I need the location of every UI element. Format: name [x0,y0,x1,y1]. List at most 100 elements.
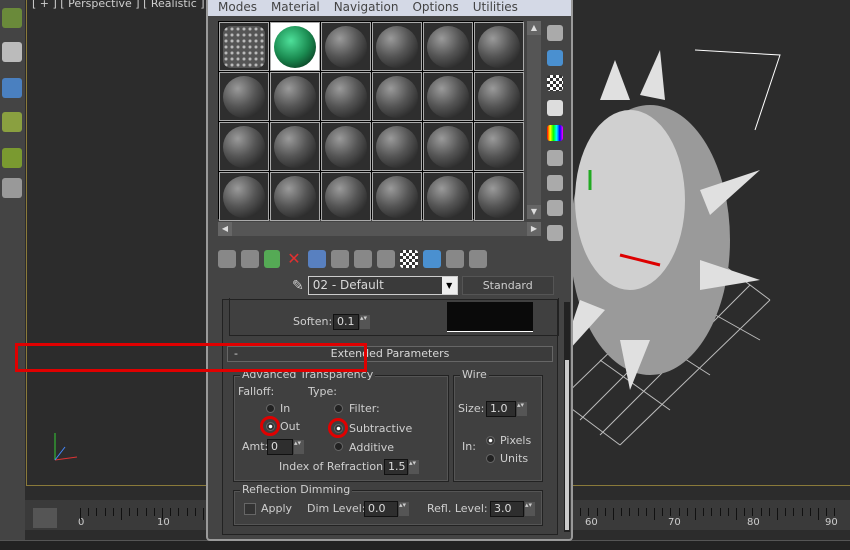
timeline-tick [194,508,196,516]
chevron-down-icon[interactable]: ▼ [441,277,457,294]
type-additive-radio[interactable] [334,442,343,451]
video-color-check-icon[interactable] [547,125,563,141]
sample-slot[interactable] [423,22,473,71]
refl-level-spinner[interactable]: 3.0 [490,501,535,517]
dim-level-spinner[interactable]: 0.0 [364,501,409,517]
sample-slot[interactable] [270,172,320,221]
sample-slot[interactable] [270,72,320,121]
sample-slot[interactable] [270,22,320,71]
options-icon[interactable] [547,175,563,191]
sample-scrollbar-horizontal[interactable]: ◀ ▶ [218,222,541,236]
timeline-tick [596,508,598,516]
put-to-library-icon[interactable] [354,250,372,268]
scroll-down-icon[interactable]: ▼ [527,205,541,219]
sample-slot[interactable] [474,72,524,121]
side-toolbar [545,20,567,250]
scroll-left-icon[interactable]: ◀ [218,222,232,236]
modify-icon[interactable] [2,78,22,98]
apply-checkbox[interactable] [244,503,256,515]
menu-modes[interactable]: Modes [218,0,257,16]
make-preview-icon[interactable] [547,150,563,166]
sample-slot[interactable] [423,172,473,221]
sample-slot[interactable] [372,72,422,121]
sample-type-icon[interactable] [547,25,563,41]
falloff-in-radio[interactable] [266,404,275,413]
sample-slot[interactable] [474,22,524,71]
sample-slot[interactable] [321,22,371,71]
material-navigator-icon[interactable] [547,225,563,241]
make-copy-icon[interactable] [308,250,326,268]
timeline-tick [703,508,705,516]
assign-to-selection-icon[interactable] [264,250,280,268]
sample-slot[interactable] [423,72,473,121]
scroll-right-icon[interactable]: ▶ [527,222,541,236]
timeline-tick [80,508,81,520]
tick-label: 90 [825,517,838,528]
uv-tiling-icon[interactable] [547,100,563,116]
select-by-material-icon[interactable] [547,200,563,216]
go-to-parent-icon[interactable] [446,250,464,268]
menu-navigation[interactable]: Navigation [334,0,399,16]
hierarchy-icon[interactable] [2,112,22,132]
highlight-curve [447,302,533,332]
sample-slot[interactable] [219,122,269,171]
material-type-button[interactable]: Standard [461,276,554,295]
menu-material[interactable]: Material [271,0,320,16]
menu-options[interactable]: Options [412,0,458,16]
scroll-up-icon[interactable]: ▲ [527,21,541,35]
amt-spinner[interactable]: 0 [267,439,304,455]
backlight-icon[interactable] [547,50,563,66]
viewport-label[interactable]: [ + ] [ Perspective ] [ Realistic ] [32,0,205,10]
timeline-tick [662,508,664,516]
sample-slot[interactable] [321,72,371,121]
menu-utilities[interactable]: Utilities [473,0,518,16]
display-icon[interactable] [2,178,22,198]
wire-size-spinner[interactable]: 1.0 [486,401,527,417]
wire-pixels-radio[interactable] [486,436,495,445]
timeline-tick [137,508,139,516]
ior-spinner[interactable]: 1.5 [384,459,419,475]
timeline-config-icon[interactable] [33,508,57,528]
sample-slot[interactable] [219,72,269,121]
soften-spinner[interactable]: 0.1 [333,314,370,330]
sample-slot[interactable] [474,122,524,171]
timeline-tick [129,508,131,516]
timeline-tick [678,508,680,516]
tool-icon[interactable] [2,8,22,28]
sample-scrollbar-vertical[interactable]: ▲ ▼ [527,21,541,219]
create-icon[interactable] [2,42,22,62]
timeline-tick [580,508,582,516]
sample-slot[interactable] [219,22,269,71]
sample-slot[interactable] [321,172,371,221]
wire-units-radio[interactable] [486,454,495,463]
sample-slot[interactable] [270,122,320,171]
tick-label: 10 [157,517,170,528]
background-icon[interactable] [547,75,563,91]
ior-label: Index of Refraction: [279,460,387,473]
sample-slot[interactable] [474,172,524,221]
material-name: 02 - Default [312,278,384,292]
sample-slot[interactable] [423,122,473,171]
material-id-channel-icon[interactable] [377,250,395,268]
sample-slot[interactable] [321,122,371,171]
material-name-dropdown[interactable]: 02 - Default ▼ [307,276,458,295]
panel-scroll-thumb[interactable] [565,360,569,530]
motion-icon[interactable] [2,148,22,168]
reset-map-icon[interactable]: ✕ [285,250,303,268]
make-unique-icon[interactable] [331,250,349,268]
sample-slot[interactable] [372,122,422,171]
eyedropper-icon[interactable]: ✎ [292,278,304,294]
timeline-tick [121,508,122,520]
show-map-in-viewport-icon[interactable] [400,250,418,268]
put-to-scene-icon[interactable] [241,250,259,268]
get-material-icon[interactable] [218,250,236,268]
timeline-tick [178,508,180,516]
show-end-result-icon[interactable] [423,250,441,268]
sample-slot[interactable] [372,22,422,71]
sample-slot[interactable] [372,172,422,221]
timeline-tick [826,508,828,516]
type-filter-radio[interactable] [334,404,343,413]
go-forward-sibling-icon[interactable] [469,250,487,268]
spiky-sphere-object[interactable] [560,40,850,450]
sample-slot[interactable] [219,172,269,221]
